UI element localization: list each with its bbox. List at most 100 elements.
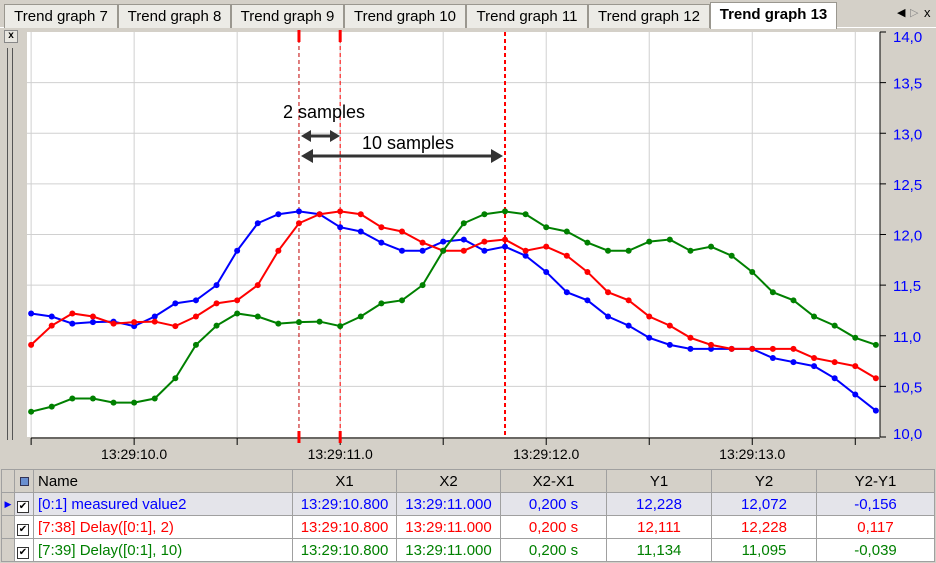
data-point [563, 252, 570, 259]
x-tick-label: 13:29:10.0 [101, 446, 167, 462]
cell-name: [7:39] Delay([0:1], 10) [33, 538, 293, 562]
data-point [213, 322, 220, 329]
data-point [563, 289, 570, 296]
cell-y1: 12,228 [606, 492, 712, 516]
cell-x2: 13:29:11.000 [396, 538, 501, 562]
col-x2[interactable]: X2 [396, 469, 501, 493]
data-point [852, 334, 859, 341]
data-point [481, 238, 488, 245]
cell-x1: 13:29:10.800 [292, 538, 397, 562]
tab-close-icon[interactable]: x [924, 5, 931, 20]
data-point [357, 313, 364, 320]
data-point [316, 211, 323, 218]
data-point [852, 363, 859, 370]
data-point [172, 375, 179, 382]
cell-y2-y1: -0,039 [816, 538, 935, 562]
data-point [852, 391, 859, 398]
data-point [687, 334, 694, 341]
tab-bar: Trend graph 7 Trend graph 8 Trend graph … [0, 0, 936, 29]
cell-name: [7:38] Delay([0:1], 2) [33, 515, 293, 539]
x-tick-label: 13:29:13.0 [719, 446, 785, 462]
col-x1[interactable]: X1 [292, 469, 397, 493]
tab-next-icon[interactable]: ▷ [910, 6, 918, 19]
cell-x2: 13:29:11.000 [396, 492, 501, 516]
data-point [295, 208, 302, 215]
y-tick-label: 11,0 [893, 329, 921, 346]
data-point [543, 243, 550, 250]
data-point [769, 345, 776, 352]
data-point [275, 247, 282, 254]
data-point [584, 297, 591, 304]
data-point [543, 268, 550, 275]
table-header: Name X1 X2 X2-X1 Y1 Y2 Y2-Y1 [1, 469, 935, 493]
data-point [254, 313, 261, 320]
row-visible-checkbox[interactable]: ✔ [14, 515, 34, 539]
data-point [749, 345, 756, 352]
tab-trend-graph-9[interactable]: Trend graph 9 [231, 4, 344, 28]
data-point [192, 313, 199, 320]
data-point [28, 310, 35, 317]
col-x2-x1[interactable]: X2-X1 [500, 469, 607, 493]
y-tick-label: 11,5 [893, 278, 921, 295]
tab-trend-graph-8[interactable]: Trend graph 8 [118, 4, 231, 28]
row-visible-checkbox[interactable]: ✔ [14, 492, 34, 516]
data-point [275, 211, 282, 218]
data-point [69, 310, 76, 317]
row-visible-checkbox[interactable]: ✔ [14, 538, 34, 562]
data-point [646, 313, 653, 320]
tab-trend-graph-13[interactable]: Trend graph 13 [710, 2, 837, 29]
data-point [398, 247, 405, 254]
data-point [502, 208, 509, 215]
tab-trend-graph-11[interactable]: Trend graph 11 [466, 4, 588, 28]
row-indicator [1, 538, 15, 562]
data-point [625, 247, 632, 254]
y-tick-label: 10,5 [893, 379, 922, 396]
tab-prev-icon[interactable]: ◀ [897, 6, 905, 19]
cursor-x2-handle-top [338, 30, 342, 42]
data-point [749, 268, 756, 275]
cell-y2-y1: 0,117 [816, 515, 935, 539]
data-point [28, 408, 35, 415]
cell-y2-y1: -0,156 [816, 492, 935, 516]
data-point [213, 282, 220, 289]
col-y2[interactable]: Y2 [711, 469, 817, 493]
data-point [831, 322, 838, 329]
tab-trend-graph-7[interactable]: Trend graph 7 [4, 4, 118, 28]
data-point [192, 297, 199, 304]
data-point [543, 224, 550, 231]
data-point [213, 300, 220, 307]
cell-x2-x1: 0,200 s [500, 515, 607, 539]
data-point [295, 220, 302, 227]
data-point [522, 247, 529, 254]
data-point [110, 399, 117, 406]
data-point [48, 313, 55, 320]
data-point [502, 243, 509, 250]
col-y2-y1[interactable]: Y2-Y1 [816, 469, 935, 493]
data-point [254, 220, 261, 227]
tab-trend-graph-10[interactable]: Trend graph 10 [344, 4, 466, 28]
cell-y2: 11,095 [711, 538, 817, 562]
data-point [419, 247, 426, 254]
data-point [584, 268, 591, 275]
data-point [460, 247, 467, 254]
tab-trend-graph-12[interactable]: Trend graph 12 [588, 4, 710, 28]
data-point [872, 407, 879, 414]
col-y1[interactable]: Y1 [606, 469, 712, 493]
data-point [357, 228, 364, 235]
table-row[interactable]: ▶ ✔ [0:1] measured value2 13:29:10.800 13:29… [1, 492, 935, 516]
data-point [357, 211, 364, 218]
table-row[interactable]: ✔ [7:39] Delay([0:1], 10) 13:29:10.800 13:2… [1, 538, 935, 562]
table-row[interactable]: ✔ [7:38] Delay([0:1], 2) 13:29:10.800 13:29… [1, 515, 935, 539]
col-name[interactable]: Name [33, 469, 293, 493]
cell-y2: 12,072 [711, 492, 817, 516]
cell-y2: 12,228 [711, 515, 817, 539]
data-point [234, 247, 241, 254]
cursor-x2-handle-bottom [338, 431, 342, 443]
data-point [89, 313, 96, 320]
data-point [769, 355, 776, 362]
data-point [254, 282, 261, 289]
data-point [811, 313, 818, 320]
data-point [172, 323, 179, 330]
data-point [708, 243, 715, 250]
data-point [48, 322, 55, 329]
